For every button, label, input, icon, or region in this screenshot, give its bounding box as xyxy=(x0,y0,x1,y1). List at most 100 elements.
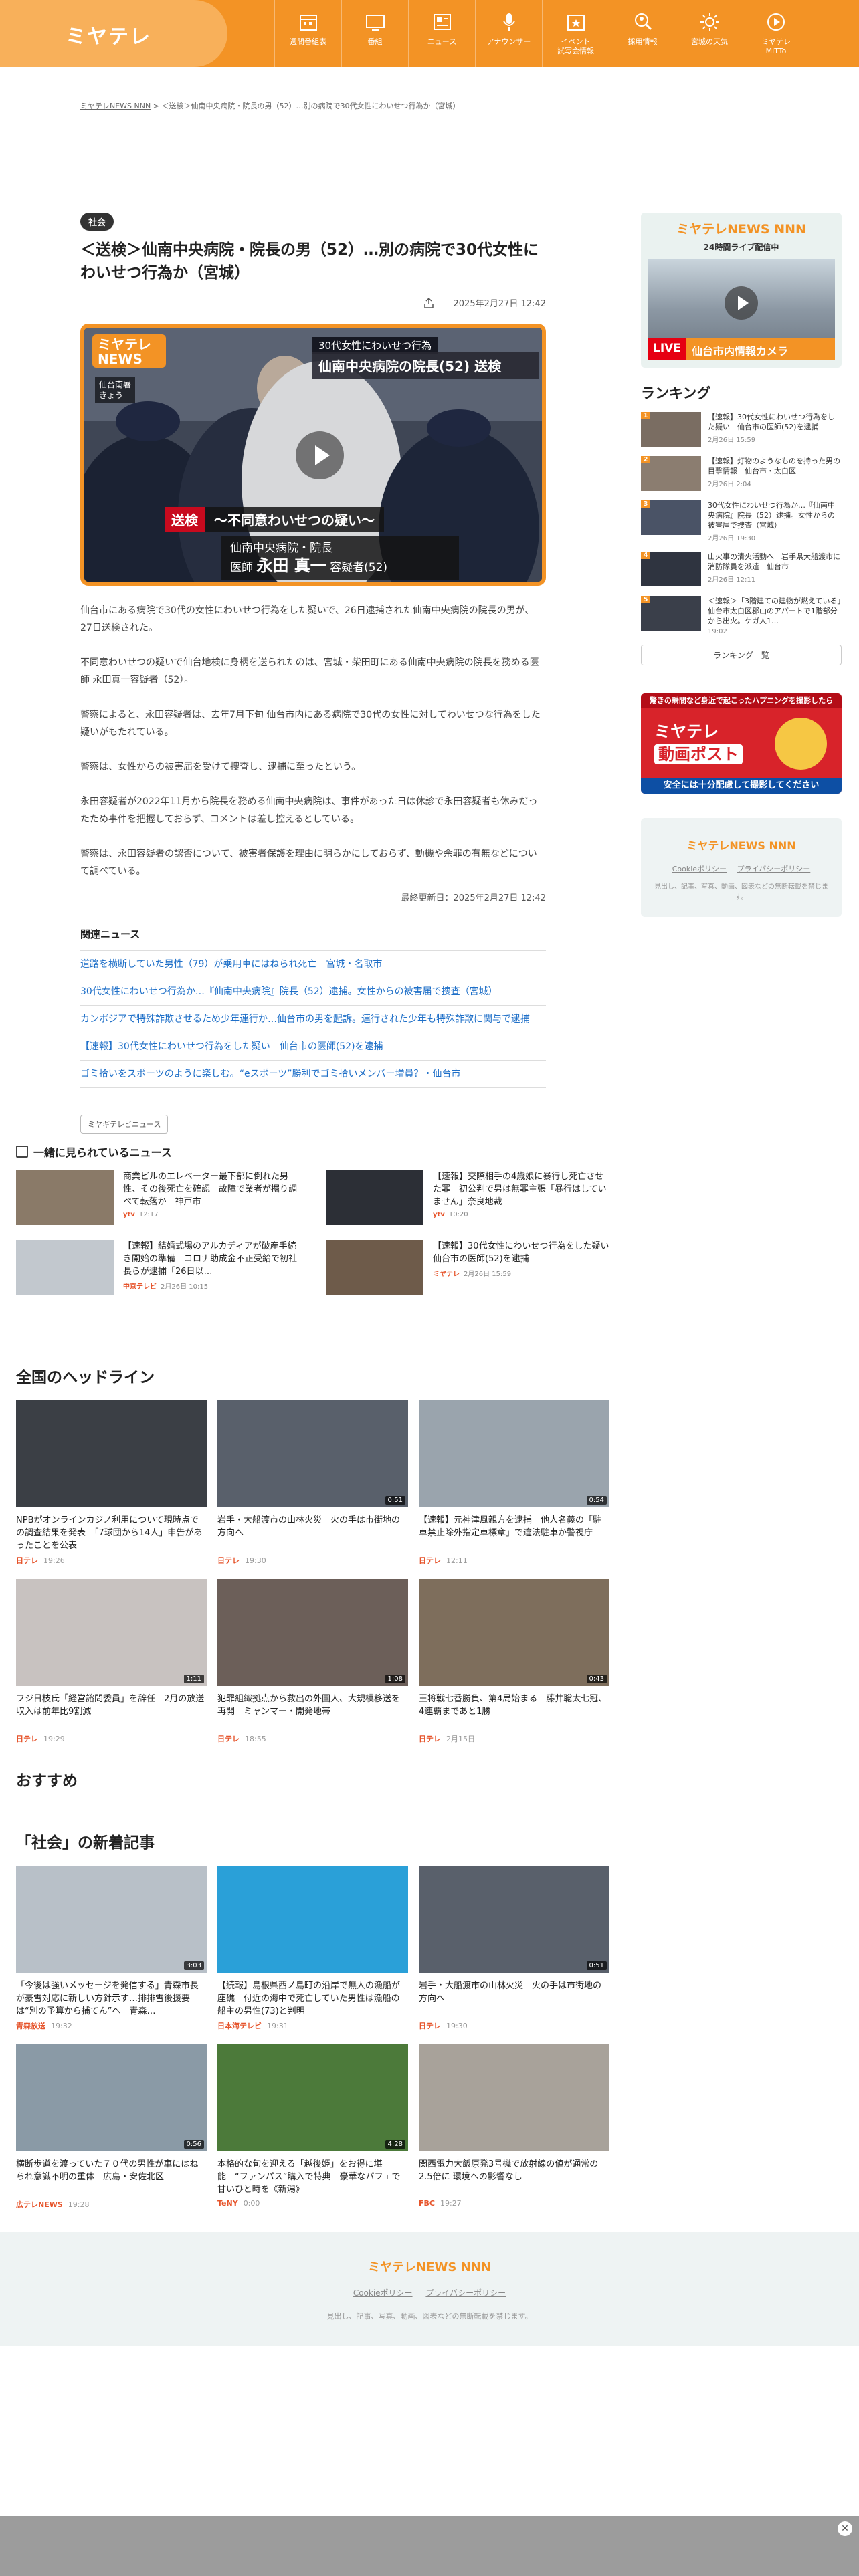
related-news-link[interactable]: 道路を横断していた男性（79）が乗用車にはねられ死亡 宮城・名取市 xyxy=(80,950,546,978)
cookie-policy-link[interactable]: Cookieポリシー xyxy=(672,865,727,873)
news-card[interactable]: 0:51 岩手・大船渡市の山林火災 火の手は市街地の方向へ 日テレ 19:30 xyxy=(419,1866,609,2031)
card-time: 19:27 xyxy=(440,2199,462,2208)
card-thumbnail: 0:56 xyxy=(16,2044,207,2151)
footer-note: 見出し、記事、写真、動画、図表などの無断転載を禁じます。 xyxy=(326,2312,533,2321)
play-button[interactable] xyxy=(296,431,344,479)
share-icon[interactable] xyxy=(423,297,435,309)
news-card[interactable]: 0:56 横断歩道を渡っていた７０代の男性が車にはねられ意識不明の重体 広島・安佐… xyxy=(16,2044,207,2210)
together-item[interactable]: 商業ビルのエレベーター最下部に倒れた男性、その後死亡を確認 故障で業者が掘り調べ… xyxy=(16,1170,300,1225)
video-duration: 0:56 xyxy=(183,2140,204,2149)
news-card[interactable]: 1:11 フジ日枝氏「経営諮問委員」を辞任 2月の放送収入は前年比9割減 日テレ 19… xyxy=(16,1579,207,1744)
nav-recruit[interactable]: 採用情報 xyxy=(609,0,676,67)
video-post-banner[interactable]: 驚きの瞬間など身近で起こったハプニングを撮影したら ミヤテレ 動画ポスト 安全に… xyxy=(641,693,842,794)
nav-label: イベント 試写会情報 xyxy=(557,37,594,56)
card-meta: 日テレ 19:30 xyxy=(217,1555,408,1566)
video-duration: 0:54 xyxy=(586,1496,607,1505)
video-doctor-suffix: 容疑者(52) xyxy=(330,561,388,574)
ranking-item[interactable]: 4 山火事の清火活動へ 岩手県大船渡市に消防隊員を派遣 仙台市 2月26日 12:… xyxy=(641,552,842,586)
nav-news[interactable]: ニュース xyxy=(408,0,475,67)
breadcrumb-home[interactable]: ミヤテレNEWS NNN xyxy=(80,102,151,110)
card-source: 日本海テレビ xyxy=(217,2022,262,2030)
ranking-title: 【速報】30代女性にわいせつ行為をした疑い 仙台市の医師(52)を逮捕 xyxy=(708,413,835,431)
video-duration: 0:51 xyxy=(586,1961,607,1970)
together-item[interactable]: 【速報】結婚式場のアルカディアが破産手続き開始の準備 コロナ助成金不正受給で初社… xyxy=(16,1240,300,1295)
footer-logo[interactable]: ミヤテレNEWS NNN xyxy=(0,2258,859,2275)
news-card[interactable]: 【続報】島根県西ノ島町の沿岸で無人の漁船が座礁 付近の海中で死亡していた男性は漁… xyxy=(217,1866,408,2031)
site-logo[interactable]: ミヤテレ xyxy=(66,20,151,49)
related-news-link[interactable]: 30代女性にわいせつ行為か…『仙南中央病院』院長（52）逮捕。女性からの被害届で… xyxy=(80,978,546,1006)
related-news-link[interactable]: カンボジアで特殊詐欺させるため少年連行か…仙台市の男を起訴。連行された少年も特殊… xyxy=(80,1006,546,1033)
sidebar-footer: ミヤテレNEWS NNN Cookieポリシー プライバシーポリシー 見出し、記… xyxy=(641,818,842,917)
video-duration: 1:11 xyxy=(183,1675,204,1683)
related-news-link[interactable]: 【速報】30代女性にわいせつ行為をした疑い 仙台市の医師(52)を逮捕 xyxy=(80,1033,546,1061)
card-source: 日テレ xyxy=(419,1556,441,1565)
close-icon[interactable]: ✕ xyxy=(838,2521,852,2536)
card-title: フジ日枝氏「経営諮問委員」を辞任 2月の放送収入は前年比9割減 xyxy=(16,1694,205,1717)
ranking-item[interactable]: 5 ＜速報＞「3階建ての建物が燃えている」仙台市太白区郡山のアパートで1階部分か… xyxy=(641,596,842,635)
site-header: ミヤテレ 週間番組表 番組 ニュース アナウンサー イベント 試写会情報 採用情… xyxy=(0,0,859,67)
news-card[interactable]: 1:08 犯罪組織拠点から救出の外国人、大規模移送を再開 ミャンマー・開発地帯 日テ… xyxy=(217,1579,408,1744)
together-item[interactable]: 【速報】交際相手の4歳娘に暴行し死亡させた罪 初公判で男は無罪主張「暴行はしてい… xyxy=(326,1170,610,1225)
ranking-heading: ランキング xyxy=(641,385,711,401)
sidebar-footer-logo[interactable]: ミヤテレNEWS NNN xyxy=(652,837,831,853)
breadcrumb-separator: > xyxy=(153,102,159,110)
video-lower-third: 送検 〜不同意わいせつの疑い〜 仙南中央病院・院長 医師 永田 真一 容疑者(5… xyxy=(165,507,459,580)
news-card[interactable]: 3:03 「今後は強いメッセージを発信する」青森市長が豪雪対応に新しい方針示す…排… xyxy=(16,1866,207,2031)
ranking-thumbnail: 3 xyxy=(641,500,701,535)
related-news-link[interactable]: ゴミ拾いをスポーツのように楽しむ。“eスポーツ”勝利でゴミ拾いメンバー増員？・仙… xyxy=(80,1061,546,1088)
card-time: 0:00 xyxy=(243,2199,260,2208)
video-red-label: 送検 xyxy=(165,507,205,532)
category-tag[interactable]: 社会 xyxy=(80,213,114,231)
together-title: 【速報】結婚式場のアルカディアが破産手続き開始の準備 コロナ助成金不正受給で初社… xyxy=(123,1241,298,1277)
together-title: 【速報】交際相手の4歳娘に暴行し死亡させた罪 初公判で男は無罪主張「暴行はしてい… xyxy=(433,1172,607,1207)
privacy-policy-link[interactable]: プライバシーポリシー xyxy=(737,865,811,873)
card-time: 19:30 xyxy=(446,2022,468,2030)
video-hospital: 仙南中央病院・院長 xyxy=(230,542,332,555)
ranking-number: 4 xyxy=(641,552,650,559)
video-player[interactable]: ミヤテレ NEWS 仙台南署 きょう 30代女性にわいせつ行為 仙南中央病院の院… xyxy=(80,324,546,586)
nav-schedule[interactable]: 週間番組表 xyxy=(274,0,341,67)
video-duration: 4:28 xyxy=(385,2140,405,2149)
ranking-item[interactable]: 3 30代女性にわいせつ行為か…『仙南中央病院』院長（52）逮捕。女性からの被害… xyxy=(641,500,842,542)
nav-label: 番組 xyxy=(367,37,383,46)
ranking-more-button[interactable]: ランキング一覧 xyxy=(641,645,842,665)
news-icon xyxy=(433,14,451,30)
ranking-date: 2月26日 19:30 xyxy=(708,535,756,542)
together-source: ytv xyxy=(123,1211,135,1218)
live-stream-card[interactable]: ミヤテレNEWS NNN 24時間ライブ配信中 LIVE 仙台市内情報カメラ xyxy=(641,213,842,368)
ranking-list: 1 【速報】30代女性にわいせつ行為をした疑い 仙台市の医師(52)を逮捕 2月2… xyxy=(641,412,842,635)
news-card[interactable]: 4:28 本格的な旬を迎える「越後姫」をお得に堪能 “ファンパス”購入で特典 豪華… xyxy=(217,2044,408,2210)
news-card[interactable]: 関西電力大飯原発3号機で放射線の値が通常の2.5倍に 環境への影響なし FBC 19… xyxy=(419,2044,609,2210)
news-card[interactable]: NPBがオンラインカジノ利用について現時点での調査結果を発表 「7球団から14人… xyxy=(16,1400,207,1566)
together-item[interactable]: 【速報】30代女性にわいせつ行為をした疑い 仙台市の医師(52)を逮捕 ミヤテレ 2… xyxy=(326,1240,618,1295)
live-play-button[interactable] xyxy=(725,286,758,320)
news-card[interactable]: 0:43 王将戦七番勝負、第4局始まる 藤井聡太七冠、4連覇まであと1勝 日テレ 2月… xyxy=(419,1579,609,1744)
card-title: 岩手・大船渡市の山林火災 火の手は市街地の方向へ xyxy=(217,1515,401,1538)
list-icon xyxy=(16,1146,28,1158)
card-source: 広テレNEWS xyxy=(16,2200,63,2209)
nav-events[interactable]: イベント 試写会情報 xyxy=(542,0,609,67)
footer-cookie-link[interactable]: Cookieポリシー xyxy=(353,2288,413,2298)
ranking-item[interactable]: 2 【速報】灯物のようなものを持った男の目撃情報 仙台市・太白区 2月26日 2:… xyxy=(641,456,842,491)
live-logo: ミヤテレNEWS NNN xyxy=(676,222,806,237)
live-thumbnail[interactable]: LIVE 仙台市内情報カメラ xyxy=(648,259,835,360)
tv-icon xyxy=(365,15,385,31)
station-pill[interactable]: ミヤギテレビニュース xyxy=(80,1115,169,1134)
news-card[interactable]: 0:51 岩手・大船渡市の山林火災 火の手は市街地の方向へ 日テレ 19:30 xyxy=(217,1400,408,1566)
news-card[interactable]: 0:54 【速報】元神津風親方を逮捕 他人名義の「駐車禁止除外指定車標章」で違法駐… xyxy=(419,1400,609,1566)
together-source: ytv xyxy=(433,1211,445,1218)
card-title: 本格的な旬を迎える「越後姫」をお得に堪能 “ファンパス”購入で特典 豪華なパフェ… xyxy=(217,2159,401,2195)
last-updated: 最終更新日：2025年2月27日 12:42 xyxy=(80,891,546,909)
together-time: 2月26日 10:15 xyxy=(161,1283,209,1291)
together-time: 10:20 xyxy=(448,1211,468,1218)
card-title: 「今後は強いメッセージを発信する」青森市長が豪雪対応に新しい方針示す…排排雪後援… xyxy=(16,1981,199,2016)
nav-announcers[interactable]: アナウンサー xyxy=(475,0,542,67)
nav-weather[interactable]: 宮城の天気 xyxy=(676,0,743,67)
footer-privacy-link[interactable]: プライバシーポリシー xyxy=(425,2288,506,2298)
ranking-item[interactable]: 1 【速報】30代女性にわいせつ行為をした疑い 仙台市の医師(52)を逮捕 2月2… xyxy=(641,412,842,447)
nav-mitto[interactable]: ミヤテレ MiTTo xyxy=(743,0,809,67)
society-heading: 「社会」の新着記事 xyxy=(16,1834,155,1852)
card-time: 2月15日 xyxy=(446,1735,475,1743)
nav-programs[interactable]: 番組 xyxy=(341,0,408,67)
banner-foot-text: 安全には十分配慮して撮影してください xyxy=(641,778,842,794)
